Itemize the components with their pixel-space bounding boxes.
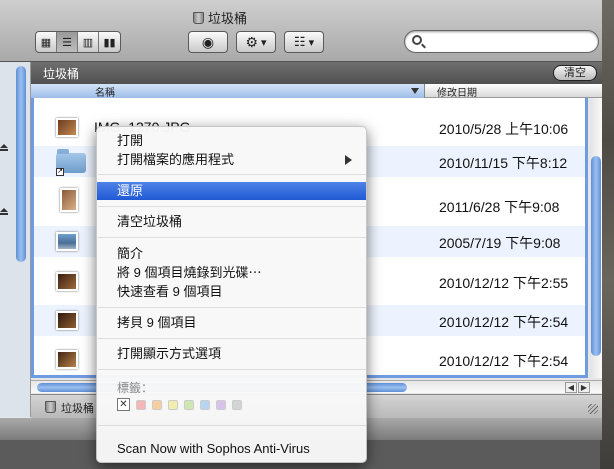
menu-item-restore[interactable]: 還原 (97, 182, 366, 200)
menu-item-copy[interactable]: 拷貝 9 個項目 (97, 314, 366, 332)
window-title: 垃圾桶 (193, 8, 247, 27)
name-column-header[interactable]: 名稱 (31, 84, 425, 99)
vertical-scrollbar[interactable] (590, 98, 602, 378)
tag-blue[interactable] (200, 399, 210, 410)
clear-tag-button[interactable]: ✕ (117, 398, 130, 411)
menu-item-open[interactable]: 打開 (97, 132, 366, 150)
eject-icon[interactable] (0, 144, 9, 152)
column-header: 名稱 修改日期 (31, 84, 602, 99)
status-path-label: 垃圾桶 (61, 403, 94, 415)
eye-icon: ◉ (201, 33, 215, 50)
scroll-left-arrow-icon[interactable]: ◀ (565, 382, 577, 393)
tag-purple[interactable] (216, 399, 226, 410)
menu-item-quicklook[interactable]: 快速查看 9 個項目 (97, 283, 366, 301)
toolbar: 垃圾桶 ▦ ☰ ▥ ▮▮ ◉ ⚙ ▾ ☷ ▾ (0, 0, 602, 62)
grid-icon: ▦ (40, 36, 52, 49)
arrange-icon: ☷ (293, 34, 306, 49)
menu-separator (98, 369, 366, 370)
menu-item-burn[interactable]: 將 9 個項目燒錄到光碟⋯ (97, 264, 366, 282)
menu-separator (98, 174, 366, 175)
empty-trash-button[interactable]: 清空 (553, 65, 597, 81)
sidebar (0, 62, 31, 417)
resize-grip-icon[interactable] (588, 404, 598, 414)
sort-arrow-icon (411, 88, 419, 94)
tag-orange[interactable] (152, 399, 162, 410)
path-bar: 垃圾桶 清空 (31, 62, 602, 84)
menu-separator (98, 206, 366, 207)
file-date: 2011/6/28 下午9:08 (439, 199, 560, 215)
window-title-label: 垃圾桶 (208, 11, 248, 26)
trash-icon (193, 11, 204, 24)
column-view-button[interactable]: ▥ (78, 32, 99, 52)
eject-icon[interactable] (0, 208, 9, 216)
name-column-label: 名稱 (95, 88, 115, 99)
photo-thumbnail-icon (56, 232, 78, 251)
search-input[interactable] (404, 30, 599, 53)
quicklook-button[interactable]: ◉ (188, 31, 228, 53)
menu-item-open-with[interactable]: 打開檔案的應用程式 (97, 151, 366, 169)
date-column-header[interactable]: 修改日期 (437, 84, 477, 99)
tags-label: 標籤： (117, 381, 154, 395)
file-date: 2010/5/28 上午10:06 (439, 121, 569, 137)
file-date: 2010/11/15 下午8:12 (439, 155, 568, 171)
context-menu: 打開 打開檔案的應用程式 還原 清空垃圾桶 簡介 將 9 個項目燒錄到光碟⋯ 快… (96, 126, 367, 463)
menu-item-empty-trash[interactable]: 清空垃圾桶 (97, 213, 366, 231)
sidebar-scrollbar[interactable] (16, 66, 26, 262)
photo-thumbnail-icon (56, 311, 78, 330)
trash-icon (45, 401, 56, 413)
file-date: 2010/12/12 下午2:55 (439, 275, 569, 291)
menu-item-view-options[interactable]: 打開顯示方式選項 (97, 345, 366, 363)
list-icon: ☰ (62, 36, 72, 49)
coverflow-view-button[interactable]: ▮▮ (99, 32, 120, 52)
file-date: 2010/12/12 下午2:54 (439, 314, 569, 330)
menu-item-sophos-scan[interactable]: Scan Now with Sophos Anti-Virus (97, 440, 366, 458)
folder-title: 垃圾桶 (43, 67, 80, 81)
tag-swatches: ✕ (117, 398, 242, 411)
chevron-down-icon: ▾ (261, 36, 267, 49)
desktop-background (600, 0, 614, 469)
action-menu-button[interactable]: ⚙ ▾ (236, 31, 276, 53)
columns-icon: ▥ (82, 36, 94, 49)
view-mode-segment: ▦ ☰ ▥ ▮▮ (35, 31, 121, 53)
file-date: 2010/12/12 下午2:54 (439, 353, 569, 369)
menu-separator (98, 338, 366, 339)
vertical-scroll-thumb[interactable] (591, 156, 601, 356)
photo-thumbnail-icon (56, 350, 78, 369)
list-view-button[interactable]: ☰ (57, 32, 78, 52)
search-icon (412, 35, 422, 45)
arrange-menu-button[interactable]: ☷ ▾ (284, 31, 324, 53)
menu-separator (98, 307, 366, 308)
icon-view-button[interactable]: ▦ (36, 32, 57, 52)
coverflow-icon: ▮▮ (103, 36, 116, 49)
menu-item-get-info[interactable]: 簡介 (97, 245, 366, 263)
photo-thumbnail-icon (60, 188, 78, 212)
file-date: 2005/7/19 下午9:08 (439, 235, 561, 251)
tag-gray[interactable] (232, 399, 242, 410)
alias-arrow-icon: ↗ (56, 168, 64, 176)
menu-separator (98, 237, 366, 238)
scroll-right-arrow-icon[interactable]: ▶ (578, 382, 590, 393)
submenu-arrow-icon (345, 155, 352, 165)
menu-separator (98, 425, 366, 426)
photo-thumbnail-icon (56, 118, 78, 137)
tag-red[interactable] (136, 399, 146, 410)
chevron-down-icon: ▾ (308, 36, 315, 49)
gear-icon: ⚙ (245, 33, 259, 50)
menu-item-label: 打開檔案的應用程式 (117, 152, 235, 167)
tag-yellow[interactable] (168, 399, 178, 410)
photo-thumbnail-icon (56, 272, 78, 291)
tag-green[interactable] (184, 399, 194, 410)
